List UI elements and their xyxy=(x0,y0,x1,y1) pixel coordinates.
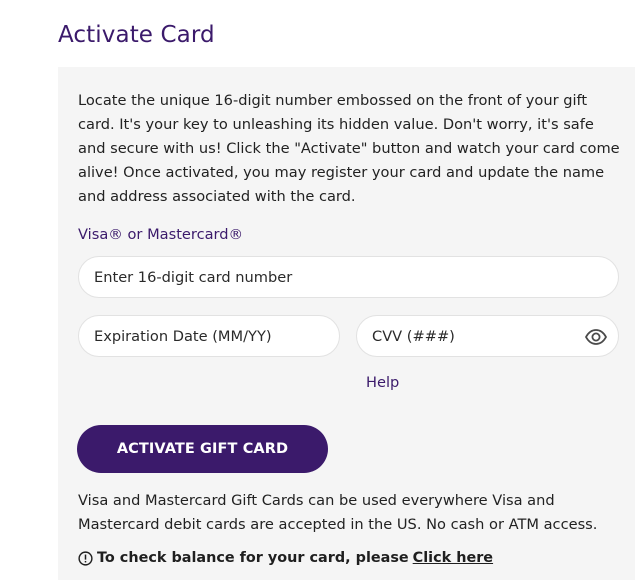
cvv-input[interactable] xyxy=(372,327,618,345)
balance-prompt-text: To check balance for your card, please xyxy=(97,550,409,566)
activation-description: Locate the unique 16-digit number emboss… xyxy=(78,92,620,205)
activation-panel: Locate the unique 16-digit number emboss… xyxy=(58,67,635,580)
usage-info-text: Visa and Mastercard Gift Cards can be us… xyxy=(78,492,598,533)
eye-icon[interactable] xyxy=(584,325,608,349)
activate-gift-card-button[interactable]: ACTIVATE GIFT CARD xyxy=(77,425,328,473)
expiration-date-input[interactable] xyxy=(94,327,339,345)
balance-check-line: To check balance for your card, please C… xyxy=(78,547,493,569)
check-balance-link[interactable]: Click here xyxy=(413,547,493,569)
info-icon xyxy=(78,550,93,566)
help-link[interactable]: Help xyxy=(366,373,399,393)
page-title: Activate Card xyxy=(58,22,215,48)
card-number-field[interactable] xyxy=(78,256,619,298)
activate-card-page: Activate Card Locate the unique 16-digit… xyxy=(0,0,635,580)
expiration-date-field[interactable] xyxy=(78,315,340,357)
card-number-input[interactable] xyxy=(94,268,618,286)
cvv-field[interactable] xyxy=(356,315,619,357)
card-network-label: Visa® or Mastercard® xyxy=(78,226,244,243)
